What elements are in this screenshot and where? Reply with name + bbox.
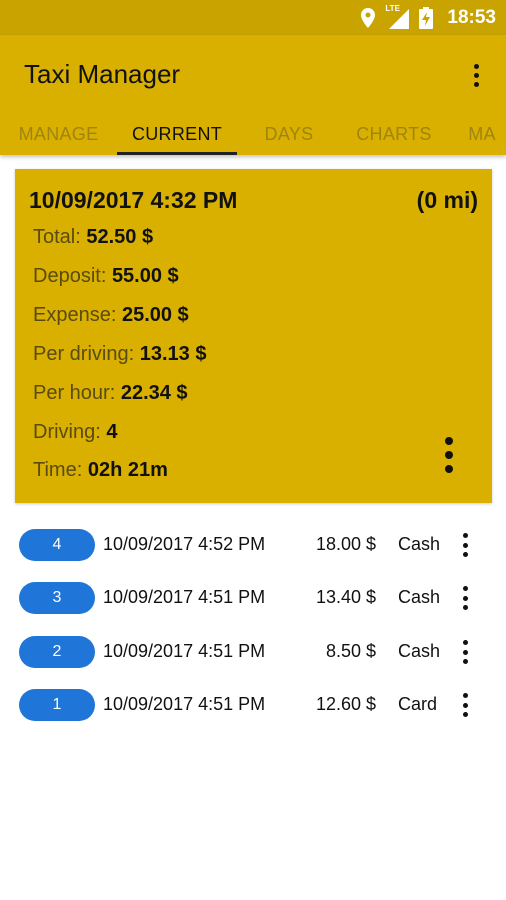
- stat-driving: Driving: 4: [33, 421, 118, 443]
- overflow-menu-icon[interactable]: [464, 60, 488, 90]
- location-icon: [361, 7, 376, 28]
- trip-row[interactable]: 1 10/09/2017 4:51 PM 12.60 $ Card: [0, 685, 506, 725]
- card-more-icon[interactable]: [442, 437, 456, 473]
- tab-days[interactable]: DAYS: [237, 118, 341, 155]
- trip-number-badge: 1: [19, 689, 95, 721]
- trip-payment-method: Card: [398, 694, 438, 714]
- stat-deposit: Deposit: 55.00 $: [33, 265, 179, 287]
- status-bar: LTE 18:53: [0, 0, 506, 35]
- tab-bar: MANAGE CURRENT DAYS CHARTS MA: [0, 118, 506, 155]
- trip-time: 10/09/2017 4:51 PM: [103, 641, 266, 661]
- stat-expense: Expense: 25.00 $: [33, 304, 189, 326]
- battery-charging-icon: [419, 6, 434, 29]
- trip-more-icon[interactable]: [461, 640, 469, 664]
- trip-amount: 12.60 $: [315, 694, 376, 714]
- summary-card[interactable]: 10/09/2017 4:32 PM (0 mi) Total: 52.50 $…: [15, 169, 492, 503]
- tab-current[interactable]: CURRENT: [117, 118, 237, 155]
- shift-date: 10/09/2017 4:32 PM: [29, 187, 238, 213]
- trip-time: 10/09/2017 4:51 PM: [103, 694, 266, 714]
- stat-per-hour: Per hour: 22.34 $: [33, 382, 188, 404]
- status-time: 18:53: [447, 6, 496, 28]
- trip-amount: 18.00 $: [315, 534, 376, 554]
- trip-amount: 13.40 $: [315, 587, 376, 607]
- trip-payment-method: Cash: [398, 534, 441, 554]
- trip-more-icon[interactable]: [461, 693, 469, 717]
- shift-distance: (0 mi): [416, 187, 478, 213]
- tab-indicator: [117, 152, 237, 155]
- stat-time: Time: 02h 21m: [33, 459, 168, 481]
- trip-amount: 8.50 $: [325, 641, 376, 661]
- signal-icon: LTE: [385, 3, 410, 29]
- stat-per-driving: Per driving: 13.13 $: [33, 343, 207, 365]
- trip-more-icon[interactable]: [461, 586, 469, 610]
- trip-row[interactable]: 3 10/09/2017 4:51 PM 13.40 $ Cash: [0, 578, 506, 618]
- trip-payment-method: Cash: [398, 641, 441, 661]
- app-bar: Taxi Manager MANAGE CURRENT DAYS CHARTS …: [0, 35, 506, 155]
- tab-manage[interactable]: MANAGE: [0, 118, 117, 155]
- tab-charts[interactable]: CHARTS: [341, 118, 447, 155]
- trip-number-badge: 2: [19, 636, 95, 668]
- trip-row[interactable]: 2 10/09/2017 4:51 PM 8.50 $ Cash: [0, 632, 506, 672]
- trip-payment-method: Cash: [398, 587, 441, 607]
- trip-more-icon[interactable]: [461, 533, 469, 557]
- stat-total: Total: 52.50 $: [33, 226, 154, 248]
- trip-time: 10/09/2017 4:51 PM: [103, 587, 266, 607]
- trip-number-badge: 3: [19, 582, 95, 614]
- tab-more[interactable]: MA: [447, 118, 506, 155]
- trip-row[interactable]: 4 10/09/2017 4:52 PM 18.00 $ Cash: [0, 525, 506, 565]
- trip-time: 10/09/2017 4:52 PM: [103, 534, 266, 554]
- app-title: Taxi Manager: [24, 59, 181, 89]
- trip-number-badge: 4: [19, 529, 95, 561]
- network-label: LTE: [385, 3, 400, 13]
